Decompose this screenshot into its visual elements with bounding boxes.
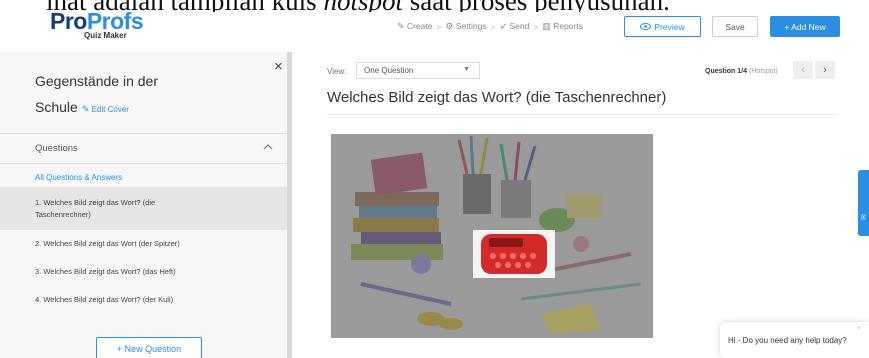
breadcrumb-separator: > [490, 21, 496, 32]
question-item-4[interactable]: 4. Welches Bild zeigt das Wort? (der Kul… [0, 286, 287, 314]
feedback-tab-icon: ✉ [861, 214, 868, 220]
gear-icon: ⚙ [445, 21, 454, 31]
top-header: ProProfs Quiz Maker ✎ Create > ⚙ Setting… [0, 0, 869, 52]
title-divider [327, 114, 837, 115]
close-icon[interactable]: × [274, 58, 283, 75]
caret-down-icon: ▼ [463, 66, 470, 73]
nav-send[interactable]: ➶ Send [500, 21, 530, 32]
feedback-side-tab[interactable]: ✉ [858, 170, 869, 236]
hotspot-image[interactable] [331, 134, 653, 338]
view-label: View: [327, 67, 347, 76]
close-icon[interactable]: × [857, 325, 861, 332]
breadcrumb-separator: > [436, 21, 442, 32]
next-question-button[interactable]: › [815, 61, 835, 79]
reports-icon: ▥ [542, 21, 551, 31]
question-item-2[interactable]: 2. Welches Bild zeigt das Wort (der Spit… [0, 230, 287, 258]
pencil-icon: ✎ [81, 104, 90, 114]
chat-bubble[interactable]: Hi - Do you need any help today? × [720, 322, 869, 358]
eye-icon [640, 23, 652, 30]
questions-section-header[interactable]: Questions [0, 133, 287, 164]
chevron-left-icon: ‹ [801, 64, 805, 76]
proprofs-logo[interactable]: ProProfs [50, 10, 144, 33]
chevron-up-icon [263, 144, 273, 150]
question-item-1[interactable]: 1. Welches Bild zeigt das Wort? (die Tas… [0, 187, 287, 230]
school-supplies-photo [331, 134, 653, 338]
pencil-icon: ✎ [397, 21, 405, 31]
nav-reports[interactable]: ▥ Reports [542, 21, 583, 32]
preview-button[interactable]: Preview [624, 16, 701, 37]
breadcrumb-separator: > [533, 21, 539, 32]
question-counter: Question 1/4 (Hotspot) [705, 68, 778, 75]
add-new-button[interactable]: + Add New [770, 16, 840, 37]
sidebar-resize-handle[interactable] [287, 52, 292, 358]
new-question-button[interactable]: + New Question [96, 337, 202, 358]
chevron-right-icon: › [823, 64, 827, 76]
send-icon: ➶ [499, 21, 508, 31]
edit-cover-link[interactable]: ✎ Edit Cover [81, 104, 129, 114]
quiz-cover-title: Gegenstände in der Schule ✎ Edit Cover [35, 73, 158, 115]
question-title: Welches Bild zeigt das Wort? (die Tasche… [327, 89, 667, 106]
view-mode-select[interactable]: One Question ▼ [356, 62, 480, 79]
save-button[interactable]: Save [712, 16, 758, 37]
question-sidebar: Gegenstände in der Schule ✎ Edit Cover × … [0, 52, 289, 358]
question-list: 1. Welches Bild zeigt das Wort? (die Tas… [0, 187, 287, 314]
question-item-3[interactable]: 3. Welches Bild zeigt das Wort? (das Hef… [0, 258, 287, 286]
previous-question-button[interactable]: ‹ [793, 61, 813, 79]
nav-settings[interactable]: ⚙ Settings [445, 21, 486, 32]
nav-create[interactable]: ✎ Create [397, 21, 432, 32]
all-questions-link[interactable]: All Questions & Answers [35, 173, 122, 182]
logo-subtitle: Quiz Maker [84, 31, 127, 40]
breadcrumb: ✎ Create > ⚙ Settings > ➶ Send > ▥ Repor… [397, 21, 583, 32]
